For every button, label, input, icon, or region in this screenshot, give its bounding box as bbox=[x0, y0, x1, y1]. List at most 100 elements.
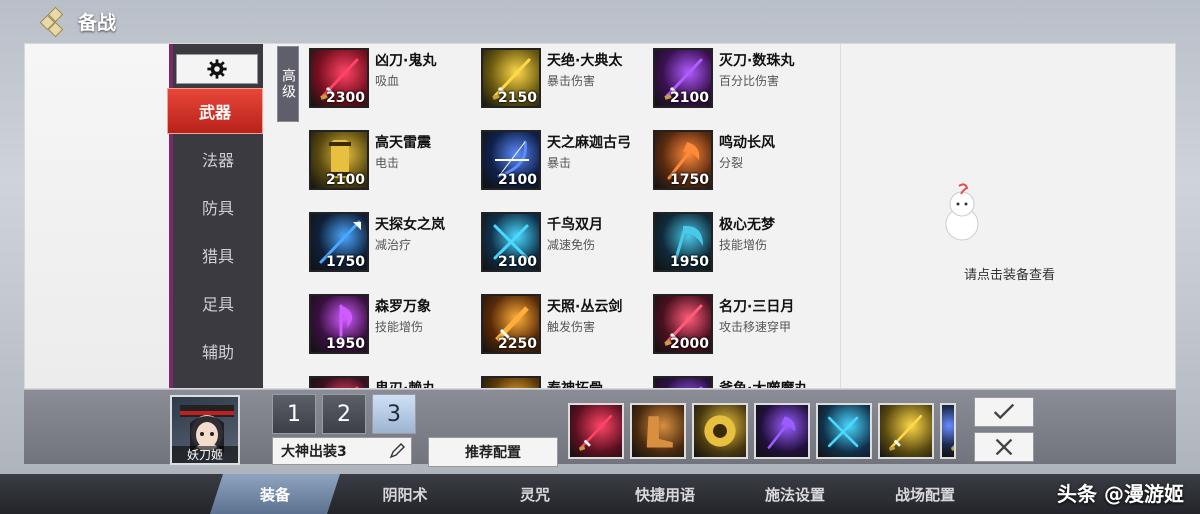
category-tab-3[interactable]: 防具 bbox=[173, 184, 263, 230]
cancel-button[interactable] bbox=[974, 432, 1034, 462]
hero-avatar[interactable]: 妖刀姬 bbox=[170, 395, 240, 465]
item-icon-frame: 1750 bbox=[309, 212, 369, 272]
close-icon bbox=[995, 438, 1013, 456]
item-card[interactable]: 鬼刃·赖丸 bbox=[309, 376, 477, 388]
item-name: 名刀·三日月 bbox=[719, 299, 795, 315]
nav-tab-6[interactable]: 战场配置 bbox=[860, 474, 990, 514]
category-tab-6[interactable]: 辅助 bbox=[173, 328, 263, 374]
item-desc: 减治疗 bbox=[375, 238, 412, 252]
loadout-slot-tab-3[interactable]: 3 bbox=[372, 394, 416, 434]
item-card[interactable]: 斧鱼·大噬魔丸 bbox=[653, 376, 821, 388]
item-name: 天绝·大典太 bbox=[547, 53, 623, 69]
checkmark-icon bbox=[993, 403, 1015, 420]
equipped-slot[interactable] bbox=[568, 403, 624, 459]
item-name: 高天雷震 bbox=[375, 135, 431, 151]
item-grid: 2300 凶刀·鬼丸吸血 2150 天绝·大典太 暴击伤害 2100 灭刀·数珠丸 百分比伤害… bbox=[309, 48, 839, 388]
category-tab-4[interactable]: 猎具 bbox=[173, 232, 263, 278]
sword-icon bbox=[489, 382, 535, 388]
katana-icon bbox=[888, 414, 923, 451]
item-desc: 技能增伤 bbox=[375, 320, 424, 334]
recommend-config-button[interactable]: 推荐配置 bbox=[428, 437, 558, 467]
item-name: 鬼刃·赖丸 bbox=[375, 378, 436, 388]
item-price: 2000 bbox=[670, 336, 709, 352]
item-name: 天之麻迦古弓 bbox=[547, 135, 631, 151]
nav-tab-5[interactable]: 施法设置 bbox=[730, 474, 860, 514]
item-card[interactable]: 2100 灭刀·数珠丸 百分比伤害 bbox=[653, 48, 821, 116]
item-card[interactable]: 泰神拓骨 bbox=[481, 376, 649, 388]
item-price: 2100 bbox=[670, 90, 709, 106]
item-desc: 电击 bbox=[375, 156, 400, 170]
equipped-slot[interactable] bbox=[878, 403, 934, 459]
nav-tab-1[interactable]: 装备 bbox=[210, 474, 340, 514]
item-card[interactable]: 2000 名刀·三日月 攻击移速穿甲 bbox=[653, 294, 821, 362]
nav-tab-2[interactable]: 阴阳术 bbox=[340, 474, 470, 514]
item-card[interactable]: 2100 高天雷震电击 bbox=[309, 130, 477, 198]
item-price: 1950 bbox=[670, 254, 709, 270]
category-tab-1[interactable]: 武器 bbox=[167, 88, 263, 134]
katana-icon bbox=[698, 386, 703, 388]
item-desc: 分裂 bbox=[719, 156, 744, 170]
item-card[interactable]: 2100 千鸟双月 减速免伤 bbox=[481, 212, 649, 280]
tier-tag-advanced[interactable]: 高级 bbox=[277, 46, 299, 122]
item-icon-frame: 1750 bbox=[653, 130, 713, 190]
item-detail-pane: 请点击装备查看 bbox=[840, 44, 1175, 388]
item-icon-frame: 2100 bbox=[481, 130, 541, 190]
item-price: 2100 bbox=[498, 254, 537, 270]
item-price: 1950 bbox=[326, 336, 365, 352]
item-desc: 吸血 bbox=[375, 74, 400, 88]
item-name: 鸣动长风 bbox=[719, 135, 775, 151]
item-icon-frame: 1950 bbox=[309, 294, 369, 354]
item-price: 2100 bbox=[498, 172, 537, 188]
item-card[interactable]: 1950 森罗万象技能增伤 bbox=[309, 294, 477, 362]
item-name: 极心无梦 bbox=[719, 217, 775, 233]
item-price: 2300 bbox=[326, 90, 365, 106]
detail-hint: 请点击装备查看 bbox=[963, 268, 1055, 283]
nav-tab-3[interactable]: 灵咒 bbox=[470, 474, 600, 514]
item-desc: 减速免伤 bbox=[547, 238, 596, 252]
item-card[interactable]: 2300 凶刀·鬼丸吸血 bbox=[309, 48, 477, 116]
settings-button[interactable] bbox=[176, 54, 258, 84]
item-desc: 攻击移速穿甲 bbox=[719, 320, 792, 334]
item-card[interactable]: 2250 天照·丛云剑 触发伤害 bbox=[481, 294, 649, 362]
loadout-name-text: 大神出装3 bbox=[281, 444, 347, 460]
item-desc: 暴击伤害 bbox=[547, 74, 596, 88]
item-icon-frame bbox=[481, 376, 541, 388]
item-card[interactable]: 2150 天绝·大典太 暴击伤害 bbox=[481, 48, 649, 116]
item-icon-frame: 2100 bbox=[653, 48, 713, 108]
back-diamond-icon[interactable] bbox=[39, 6, 68, 37]
item-icon-frame: 2000 bbox=[653, 294, 713, 354]
equipped-slot[interactable] bbox=[630, 403, 686, 459]
item-card[interactable]: 1750 鸣动长风分裂 bbox=[653, 130, 821, 198]
katana-icon bbox=[950, 444, 954, 451]
item-name: 森罗万象 bbox=[375, 299, 431, 315]
page-title: 备战 bbox=[78, 12, 117, 34]
item-card[interactable]: 1750 天探女之岚减治疗 bbox=[309, 212, 477, 280]
item-icon-frame: 2250 bbox=[481, 294, 541, 354]
item-price: 1750 bbox=[670, 172, 709, 188]
item-card[interactable]: 2100 天之麻迦古弓 暴击 bbox=[481, 130, 649, 198]
nav-tab-4[interactable]: 快捷用语 bbox=[600, 474, 730, 514]
equipped-slot[interactable] bbox=[816, 403, 872, 459]
category-tab-5[interactable]: 足具 bbox=[173, 280, 263, 326]
equipped-slot[interactable] bbox=[754, 403, 810, 459]
item-name: 凶刀·鬼丸 bbox=[375, 53, 437, 69]
equipped-slot[interactable] bbox=[692, 403, 748, 459]
item-desc: 技能增伤 bbox=[719, 238, 768, 252]
item-price: 2150 bbox=[498, 90, 537, 106]
pencil-icon[interactable] bbox=[389, 443, 405, 459]
item-price: 2100 bbox=[326, 172, 365, 188]
item-icon-frame bbox=[653, 376, 713, 388]
item-icon-frame bbox=[309, 376, 369, 388]
equipped-slot[interactable] bbox=[940, 403, 956, 459]
item-name: 天探女之岚 bbox=[375, 217, 445, 233]
confirm-button[interactable] bbox=[974, 397, 1034, 427]
twin-blades-icon bbox=[827, 416, 859, 448]
item-price: 2250 bbox=[498, 336, 537, 352]
item-name: 泰神拓骨 bbox=[547, 378, 603, 388]
loadout-slot-tab-2[interactable]: 2 bbox=[322, 394, 366, 434]
loadout-slot-tab-1[interactable]: 1 bbox=[272, 394, 316, 434]
item-card[interactable]: 1950 极心无梦技能增伤 bbox=[653, 212, 821, 280]
item-icon-frame: 2150 bbox=[481, 48, 541, 108]
loadout-name-field[interactable]: 大神出装3 bbox=[272, 437, 412, 465]
category-tab-2[interactable]: 法器 bbox=[173, 136, 263, 182]
